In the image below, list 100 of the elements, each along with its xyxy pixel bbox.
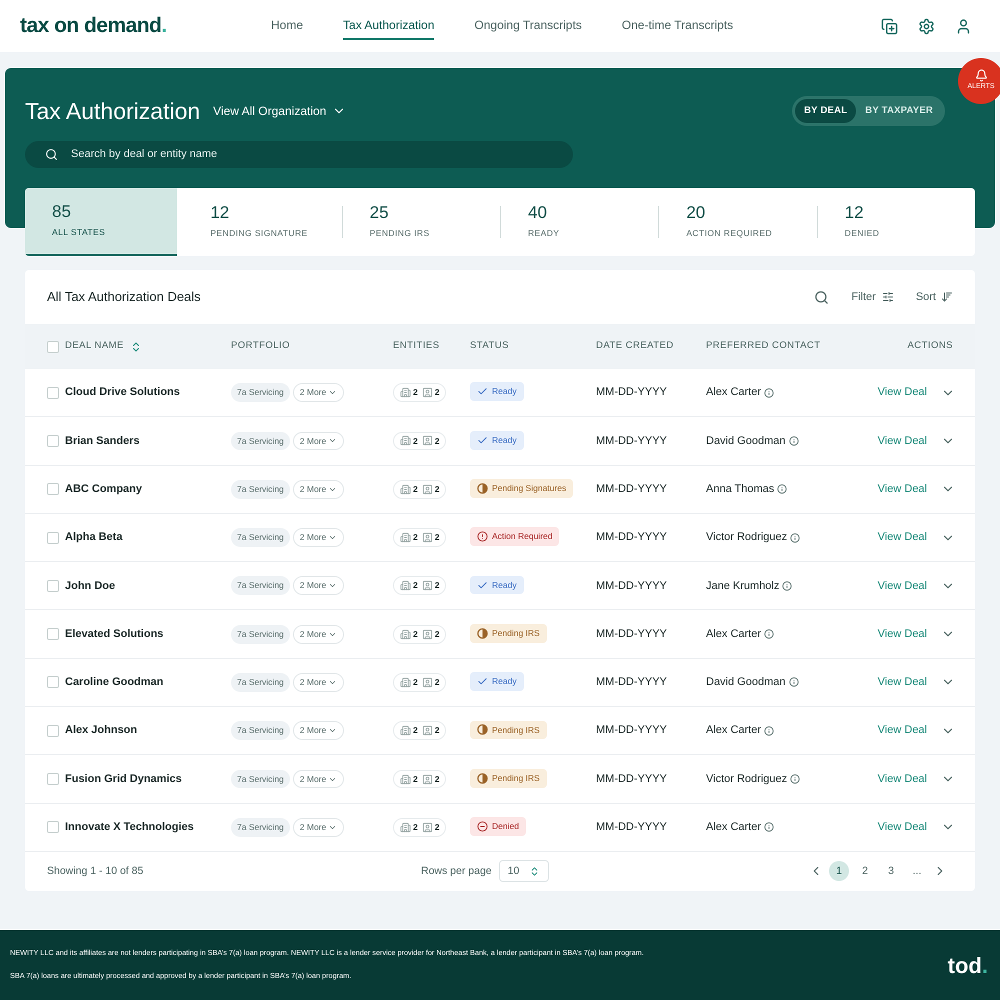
checkbox[interactable]	[47, 676, 59, 688]
page-button[interactable]: ...	[907, 861, 927, 882]
table-title: All Tax Authorization Deals	[47, 288, 201, 306]
people-count: 2	[434, 676, 440, 689]
status-tab[interactable]: 25 PENDING IRS	[342, 188, 457, 256]
contact-name: Victor Rodriguez	[706, 530, 788, 546]
checkbox[interactable]	[47, 340, 59, 352]
checkbox[interactable]	[47, 628, 59, 640]
more-dropdown[interactable]: 2 More	[292, 432, 344, 450]
contact-name: Jane Krumholz	[706, 578, 780, 594]
info-icon[interactable]	[790, 774, 800, 784]
info-icon[interactable]	[764, 726, 774, 736]
people-count: 2	[434, 386, 440, 400]
copy-add-icon[interactable]	[881, 18, 898, 34]
more-dropdown[interactable]: 2 More	[292, 383, 344, 402]
building-icon	[400, 532, 411, 544]
settings-icon[interactable]	[918, 18, 935, 34]
status-badge: Denied	[470, 817, 526, 836]
view-deal-link[interactable]: View Deal	[878, 626, 927, 642]
building-icon	[400, 676, 411, 688]
column-header: PREFERRED CONTACT	[706, 339, 821, 354]
nav-link[interactable]: Home	[271, 12, 304, 40]
info-icon[interactable]	[790, 532, 800, 543]
date-cell-text: MM-DD-YYYY	[596, 434, 668, 449]
more-dropdown[interactable]: 2 More	[292, 576, 344, 596]
page-button[interactable]: 3	[881, 861, 901, 882]
info-icon[interactable]	[782, 580, 792, 591]
nav-link[interactable]: One-time Transcripts	[622, 12, 734, 40]
half-circle-icon	[477, 482, 488, 494]
status-tab[interactable]: 85 ALL STATES	[25, 188, 177, 256]
date-cell-text: MM-DD-YYYY	[596, 772, 668, 787]
more-dropdown[interactable]: 2 More	[292, 624, 344, 644]
toggle-option[interactable]: BY DEAL	[795, 99, 856, 124]
checkbox[interactable]	[47, 434, 59, 447]
person-icon	[422, 532, 433, 544]
business-count: 2	[413, 531, 418, 544]
checkbox[interactable]	[47, 483, 59, 496]
page-button[interactable]: 2	[855, 861, 875, 882]
more-dropdown[interactable]: 2 More	[292, 818, 344, 837]
view-deal-link[interactable]: View Deal	[878, 529, 927, 546]
info-icon[interactable]	[788, 436, 798, 446]
checkbox[interactable]	[47, 580, 59, 592]
view-deal-link[interactable]: View Deal	[878, 432, 927, 450]
rows-per-page-select[interactable]: 10	[498, 860, 550, 882]
checkbox[interactable]	[47, 773, 59, 786]
view-deal-link[interactable]: View Deal	[878, 722, 927, 739]
info-icon[interactable]	[764, 388, 774, 398]
person-icon	[422, 822, 433, 833]
sort-button[interactable]: Sort	[916, 288, 953, 306]
checkbox[interactable]	[47, 724, 59, 737]
nav-link[interactable]: Ongoing Transcripts	[474, 12, 582, 40]
search-icon[interactable]	[814, 290, 830, 304]
contact-name: David Goodman	[706, 434, 786, 449]
logo[interactable]: tax on demand.	[20, 10, 270, 42]
more-dropdown[interactable]: 2 More	[292, 673, 344, 692]
deal-name: Alpha Beta	[65, 530, 122, 546]
portfolio-tag: 7a Servicing	[231, 818, 290, 837]
info-icon[interactable]	[764, 822, 774, 832]
more-dropdown[interactable]: 2 More	[292, 721, 344, 740]
checkbox[interactable]	[47, 821, 59, 834]
building-icon	[400, 387, 411, 398]
view-deal-link[interactable]: View Deal	[878, 819, 927, 836]
check-icon	[477, 580, 488, 591]
view-deal-link[interactable]: View Deal	[878, 480, 927, 498]
more-dropdown[interactable]: 2 More	[292, 480, 344, 499]
people-count: 2	[434, 579, 440, 592]
status-tab[interactable]: 12 PENDING SIGNATURE	[183, 188, 335, 256]
user-icon[interactable]	[955, 18, 972, 34]
person-icon	[422, 387, 433, 398]
info-icon[interactable]	[777, 484, 788, 494]
building-icon	[400, 580, 411, 592]
checkbox[interactable]	[47, 532, 59, 544]
status-tab[interactable]: 40 READY	[500, 188, 586, 256]
checkbox[interactable]	[47, 386, 59, 399]
search-field[interactable]: Search by deal or entity name	[25, 140, 573, 168]
info-icon[interactable]	[764, 629, 774, 640]
organization-dropdown[interactable]: View All Organization	[213, 102, 346, 120]
contact-name: Alex Carter	[706, 723, 762, 738]
status-tab[interactable]: 20 ACTION REQUIRED	[659, 188, 800, 256]
view-deal-link[interactable]: View Deal	[878, 674, 927, 691]
more-dropdown[interactable]: 2 More	[292, 528, 344, 547]
view-deal-link[interactable]: View Deal	[878, 384, 927, 401]
view-deal-link[interactable]: View Deal	[878, 770, 927, 788]
half-circle-icon	[477, 628, 488, 639]
column-header: PORTFOLIO	[231, 339, 290, 354]
page-button[interactable]: 1	[829, 861, 849, 882]
date-cell-text: MM-DD-YYYY	[596, 482, 668, 497]
building-icon	[400, 774, 411, 785]
status-tab[interactable]: 12 DENIED	[818, 188, 906, 256]
contact-name: David Goodman	[706, 675, 786, 690]
column-header: DATE CREATED	[596, 339, 674, 354]
footer-logo: tod.	[948, 952, 988, 980]
info-icon[interactable]	[788, 677, 798, 688]
filter-button[interactable]: Filter	[851, 288, 894, 306]
person-icon	[422, 484, 433, 495]
more-dropdown[interactable]: 2 More	[292, 770, 344, 788]
view-deal-link[interactable]: View Deal	[878, 578, 927, 594]
portfolio-tag: 7a Servicing	[231, 624, 290, 644]
nav-link[interactable]: Tax Authorization	[343, 12, 434, 40]
toggle-option[interactable]: BY TAXPAYER	[856, 99, 942, 124]
